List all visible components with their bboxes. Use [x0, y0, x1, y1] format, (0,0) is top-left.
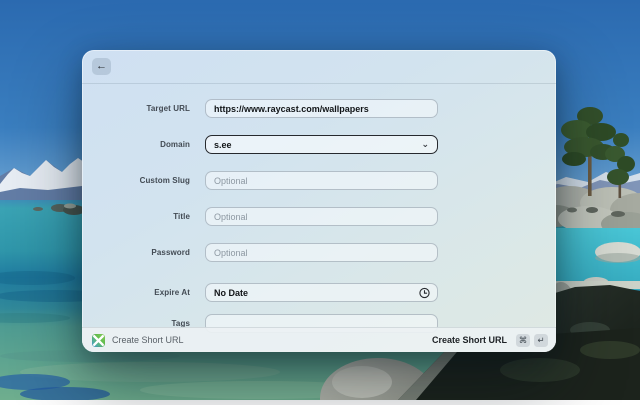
password-placeholder: Optional	[214, 247, 248, 258]
form-row-target-url: Target URL https://www.raycast.com/wallp…	[82, 99, 556, 118]
target-url-input[interactable]: https://www.raycast.com/wallpapers	[205, 99, 438, 118]
domain-value: s.ee	[214, 139, 232, 150]
field-label: Expire At	[154, 288, 190, 297]
title-input[interactable]: Optional	[205, 207, 438, 226]
title-placeholder: Optional	[214, 211, 248, 222]
field-label: Custom Slug	[139, 176, 190, 185]
form-row-domain: Domain s.ee ⌄	[82, 135, 556, 154]
footer-action-label: Create Short URL	[431, 335, 507, 345]
target-url-value: https://www.raycast.com/wallpapers	[214, 103, 369, 114]
field-label: Domain	[160, 140, 190, 149]
domain-select[interactable]: s.ee ⌄	[205, 135, 438, 154]
return-key-icon: ↵	[534, 333, 548, 347]
expire-at-value: No Date	[214, 287, 249, 298]
field-label: Password	[151, 248, 190, 257]
create-short-url-button[interactable]: Create Short URL ⌘ ↵	[431, 333, 548, 347]
back-button[interactable]: ←	[92, 58, 111, 75]
password-input[interactable]: Optional	[205, 243, 438, 262]
form-row-expire-at: Expire At No Date	[82, 283, 556, 302]
raycast-window: ← Target URL https://www.raycast.com/wal…	[82, 50, 556, 352]
form-row-custom-slug: Custom Slug Optional	[82, 171, 556, 190]
chevron-down-icon: ⌄	[421, 138, 429, 149]
command-key-icon: ⌘	[516, 333, 530, 347]
expire-at-datepicker[interactable]: No Date	[205, 283, 438, 302]
custom-slug-placeholder: Optional	[214, 175, 248, 186]
window-header: ←	[82, 50, 556, 84]
form-row-password: Password Optional	[82, 243, 556, 262]
back-arrow-icon: ←	[96, 60, 107, 72]
form-row-title: Title Optional	[82, 207, 556, 226]
custom-slug-input[interactable]: Optional	[205, 171, 438, 190]
footer-app-label: Create Short URL	[112, 335, 184, 345]
clock-icon	[419, 287, 430, 298]
window-footer: Create Short URL Create Short URL ⌘ ↵	[82, 327, 556, 352]
extension-icon	[92, 333, 105, 347]
field-label: Target URL	[146, 104, 190, 113]
field-label: Title	[173, 212, 190, 221]
